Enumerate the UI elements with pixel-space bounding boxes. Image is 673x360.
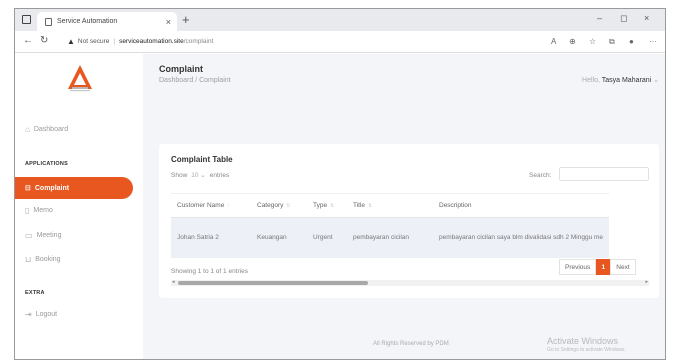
search-label: Search: [529,172,552,179]
browser-window: Service Automation × + – ◻ × ← ↻ ▲ Not s… [14,8,666,360]
horizontal-scrollbar[interactable]: ◂ ▸ [171,279,649,286]
sidebar-item-label: Logout [35,311,58,318]
next-button[interactable]: Next [610,259,636,275]
home-icon: ⌂ [25,125,30,134]
table-row[interactable]: Johan Satria 2 Keuangan Urgent pembayara… [171,217,610,258]
new-tab-button[interactable]: + [182,12,190,28]
sidebar-item-dashboard[interactable]: ⌂ Dashboard [25,125,68,134]
sidebar-item-meeting[interactable]: ▭ Meeting [25,231,61,240]
warning-icon: ▲ [67,37,75,46]
search-input[interactable] [559,167,649,181]
sidebar-item-label: Dashboard [33,126,69,133]
sidebar-item-label: Booking [35,256,61,263]
cell-customer-name: Johan Satria 2 [171,217,251,258]
brand-logo-icon [68,65,92,92]
sidebar-item-memo[interactable]: ▯ Memo [25,206,53,215]
complaint-table-card: Complaint Table Show 10 ⌄ entries Search… [159,144,659,298]
cart-icon: ⊔ [25,255,32,264]
zoom-icon[interactable]: ⊕ [569,37,576,46]
tab-close-icon[interactable]: × [166,17,171,27]
card-title: Complaint Table [171,155,233,164]
sort-icon: ↑ [227,203,230,209]
sidebar-item-logout[interactable]: ⇥ Logout [25,310,57,319]
windows-activation-notice: Activate Windows Go to Settings to activ… [547,336,626,353]
sort-icon: ⇅ [368,203,373,209]
collections-icon[interactable]: ⧉ [609,37,615,47]
tab-title: Service Automation [57,18,118,25]
sort-icon: ⇅ [330,203,335,209]
breadcrumb[interactable]: Dashboard / Complaint [159,77,231,84]
entries-length-control: Show 10 ⌄ entries [171,171,230,180]
entries-select[interactable]: 10 ⌄ [191,171,206,179]
chevron-down-icon: ⌄ [653,77,659,84]
user-name: Tasya Maharani [601,77,652,84]
column-header[interactable]: Type ⇅ [307,193,347,218]
url-separator: | [113,38,116,45]
minimize-icon[interactable]: – [597,13,602,23]
table-info: Showing 1 to 1 of 1 entries [171,268,248,275]
cell-type: Urgent [307,217,347,258]
user-menu[interactable]: Hello, Tasya Maharani ⌄ [582,76,659,84]
pagination: Previous 1 Next [559,259,636,275]
entries-label: entries [209,171,230,179]
sidebar-item-label: Meeting [36,232,62,239]
scrollbar-thumb[interactable] [178,281,368,285]
cell-title: pembayaran cicilan [347,217,433,258]
window-menu-icon[interactable] [22,15,31,24]
security-label: Not secure [77,38,110,45]
footer-text: All Rights Reserved by PDM [373,341,449,347]
read-aloud-icon[interactable]: A [551,37,556,46]
document-icon: ▯ [25,206,30,215]
applications-heading: APPLICATIONS [25,161,68,167]
sidebar-item-label: Memo [33,207,53,214]
table-header-row: Customer Name ↑ Category ⇅ Type ⇅ Title ⇅ De… [171,193,610,218]
page-number-button[interactable]: 1 [596,259,611,275]
extra-heading: EXTRA [25,290,45,296]
reload-icon[interactable]: ↻ [40,35,48,46]
page-icon [45,17,52,26]
browser-tab[interactable]: Service Automation × [37,12,177,31]
previous-button[interactable]: Previous [559,259,597,275]
column-header[interactable]: Description [433,193,610,218]
more-menu-icon[interactable]: ··· [649,37,657,46]
scroll-left-icon[interactable]: ◂ [172,279,175,285]
cell-category: Keuangan [251,217,307,258]
url-domain: serviceautomation.site [119,38,184,45]
complaint-table: Customer Name ↑ Category ⇅ Type ⇅ Title ⇅ De… [171,193,649,258]
logout-icon: ⇥ [25,310,32,319]
cell-description: pembayaran cicilan saya blm divalidasi s… [433,217,610,258]
calendar-icon: ▭ [25,231,33,240]
activation-subtitle: Go to Settings to activate Windows. [547,347,626,353]
sidebar-item-complaint[interactable]: ⊟ Complaint [15,177,133,199]
column-header[interactable]: Customer Name ↑ [171,193,251,218]
profile-icon[interactable]: ● [629,37,634,46]
show-label: Show [171,171,188,179]
main-content: Complaint Dashboard / Complaint Hello, T… [143,54,665,359]
activation-title: Activate Windows [547,336,619,346]
maximize-icon[interactable]: ◻ [620,13,627,24]
url-field[interactable]: ▲ Not secure | serviceautomation.site /c… [67,37,213,46]
sidebar-item-booking[interactable]: ⊔ Booking [25,255,61,264]
column-header[interactable]: Category ⇅ [251,193,307,218]
address-bar: ← ↻ ▲ Not secure | serviceautomation.sit… [15,31,665,53]
scroll-right-icon[interactable]: ▸ [645,279,648,285]
page-top-strip [0,0,673,8]
url-path: /complaint [183,38,214,45]
close-window-icon[interactable]: × [644,13,649,23]
back-icon[interactable]: ← [23,35,33,46]
inbox-icon: ⊟ [25,185,31,192]
sidebar-item-label: Complaint [34,184,70,192]
sort-icon: ⇅ [286,203,291,209]
column-header[interactable]: Title ⇅ [347,193,433,218]
favorite-icon[interactable]: ☆ [589,37,596,46]
page-title: Complaint [159,64,203,74]
sidebar: ⌂ Dashboard APPLICATIONS ⊟ Complaint ▯ M… [15,54,143,359]
tab-bar: Service Automation × + – ◻ × [15,9,665,31]
greeting-label: Hello, [582,77,600,84]
